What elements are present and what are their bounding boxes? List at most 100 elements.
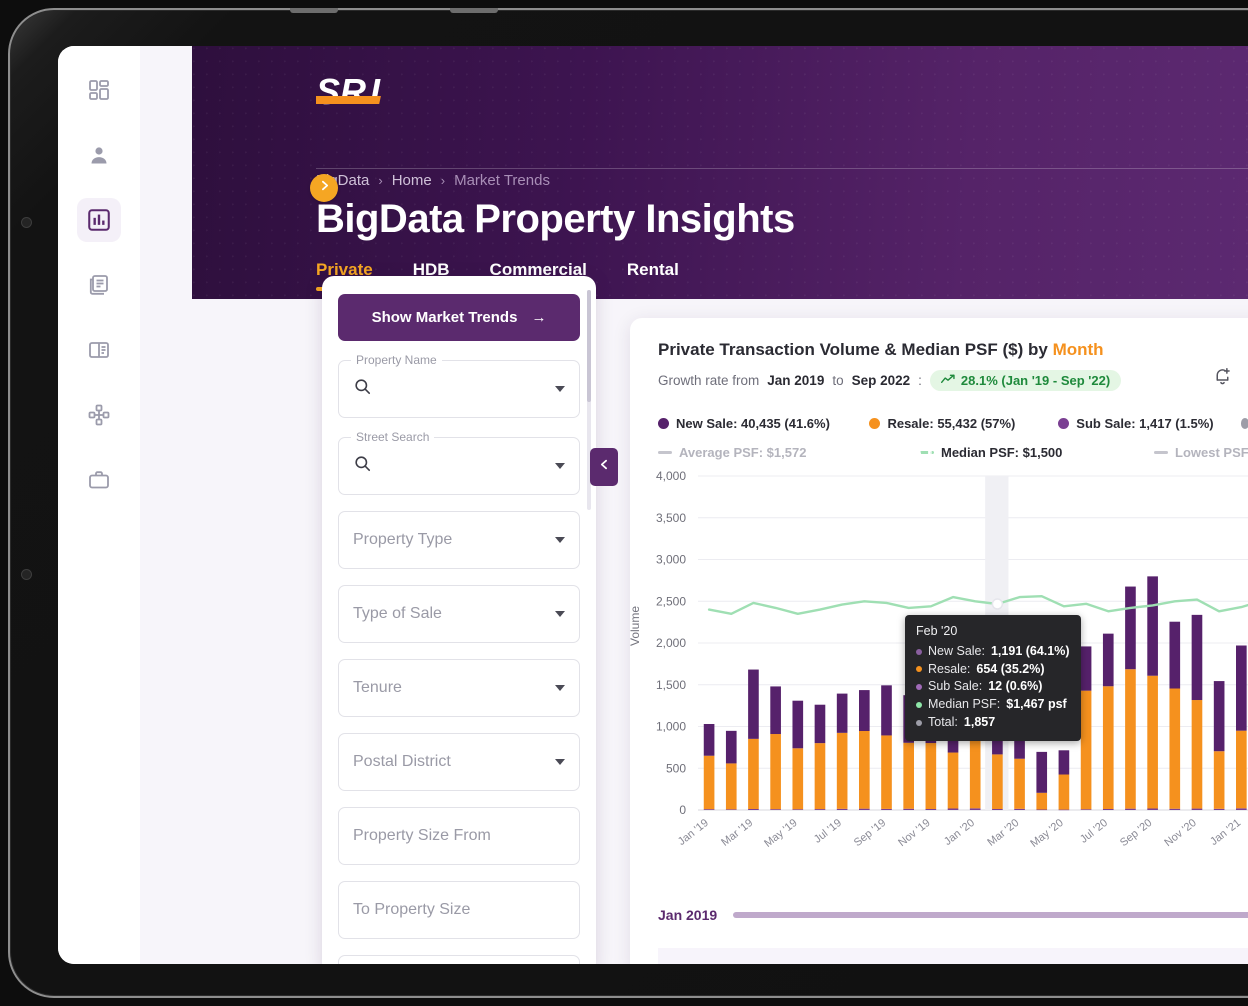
chart-bar-segment[interactable] xyxy=(859,808,870,810)
chevron-down-icon[interactable] xyxy=(555,759,565,765)
chart-bar-segment[interactable] xyxy=(881,685,892,736)
chart-bar-segment[interactable] xyxy=(770,734,781,810)
chart-bar-segment[interactable] xyxy=(1236,645,1247,731)
field-to-property-size[interactable]: To Property Size xyxy=(338,881,580,939)
chevron-down-icon[interactable] xyxy=(555,463,565,469)
legend-item-resale[interactable]: Resale: 55,432 (57%) xyxy=(869,416,1058,431)
chart-bar-segment[interactable] xyxy=(748,808,759,810)
legend-item-sub-sale[interactable]: Sub Sale: 1,417 (1.5%) xyxy=(1058,416,1240,431)
sidebar-item-market-trends[interactable] xyxy=(77,198,121,242)
chevron-down-icon[interactable] xyxy=(555,537,565,543)
chevron-down-icon[interactable] xyxy=(555,685,565,691)
chart-bar-segment[interactable] xyxy=(1147,808,1158,810)
chevron-down-icon[interactable] xyxy=(555,611,565,617)
chart-bar-segment[interactable] xyxy=(1169,621,1181,689)
filter-panel-collapse-button[interactable] xyxy=(590,448,618,486)
chart-bar-segment[interactable] xyxy=(903,808,914,810)
chart-bar-segment[interactable] xyxy=(925,743,937,809)
chart-bar-segment[interactable] xyxy=(836,808,848,810)
chart-bar-segment[interactable] xyxy=(814,809,826,810)
chart-bar-segment[interactable] xyxy=(792,748,804,810)
chart-bar-segment[interactable] xyxy=(814,704,826,744)
field-property-name[interactable]: Property Name xyxy=(338,353,580,418)
chart-bar-segment[interactable] xyxy=(1125,808,1136,810)
chart-bar-segment[interactable] xyxy=(1058,774,1070,810)
chart-bar-segment[interactable] xyxy=(1213,751,1225,809)
field-tenure[interactable]: Tenure xyxy=(338,659,580,717)
filter-panel-scrollbar-thumb[interactable] xyxy=(587,290,591,402)
field-street-search[interactable]: Street Search xyxy=(338,430,580,495)
chart-bar-segment[interactable] xyxy=(1236,808,1247,810)
tab-rental[interactable]: Rental xyxy=(627,260,679,291)
chart-bar-segment[interactable] xyxy=(1058,809,1070,811)
chart-bar-segment[interactable] xyxy=(881,735,892,809)
legend-item-lowest-psf[interactable]: Lowest PSF: $100 xyxy=(1154,445,1248,460)
chart-bar-segment[interactable] xyxy=(1014,808,1025,810)
chart-bar-segment[interactable] xyxy=(725,763,737,810)
field-planning-area[interactable]: Planning Area xyxy=(338,955,580,964)
bell-add-icon[interactable] xyxy=(1212,366,1233,392)
chart-bar-segment[interactable] xyxy=(703,723,715,756)
chart-bar-segment[interactable] xyxy=(1036,792,1048,810)
chart-bar-segment[interactable] xyxy=(1036,751,1048,793)
chart-bar-segment[interactable] xyxy=(1058,750,1070,775)
legend-item-median-psf[interactable]: Median PSF: $1,500 xyxy=(920,445,1154,460)
property-size-from-input[interactable]: Property Size From xyxy=(353,827,491,845)
field-postal-district[interactable]: Postal District xyxy=(338,733,580,791)
chart-bar-segment[interactable] xyxy=(1191,808,1203,810)
chart-bar-segment[interactable] xyxy=(1213,681,1225,752)
chart-bar-segment[interactable] xyxy=(725,730,737,764)
legend-item-new-sale[interactable]: New Sale: 40,435 (41.6%) xyxy=(658,416,869,431)
chart-bar-segment[interactable] xyxy=(1125,669,1136,809)
chart-bar-segment[interactable] xyxy=(836,693,848,733)
chart-bar-segment[interactable] xyxy=(1036,809,1048,811)
chart-bar-segment[interactable] xyxy=(859,731,870,809)
chart-bar-segment[interactable] xyxy=(770,686,781,735)
timeline-track[interactable] xyxy=(733,912,1248,918)
sidebar-item-network[interactable] xyxy=(77,393,121,437)
chart-bar-segment[interactable] xyxy=(1102,633,1114,687)
field-property-size-from[interactable]: Property Size From xyxy=(338,807,580,865)
chart-bar-segment[interactable] xyxy=(859,690,870,732)
field-property-type[interactable]: Property Type xyxy=(338,511,580,569)
chart-bar-segment[interactable] xyxy=(1080,809,1092,810)
chart-bar-segment[interactable] xyxy=(1147,576,1158,676)
chart-bar-segment[interactable] xyxy=(748,738,759,809)
to-property-size-input[interactable]: To Property Size xyxy=(353,901,470,919)
view-all-transactions-button[interactable]: View All Transactions xyxy=(658,948,1248,964)
chart-bar-segment[interactable] xyxy=(1125,586,1136,670)
chart-bar-segment[interactable] xyxy=(947,808,959,810)
chart-bar-segment[interactable] xyxy=(1080,646,1092,691)
chart-bar-segment[interactable] xyxy=(1102,686,1114,809)
chart-bar-segment[interactable] xyxy=(1236,730,1247,809)
sidebar-item-dashboard[interactable] xyxy=(77,68,121,112)
legend-item-total[interactable]: Total: 97,284 xyxy=(1240,408,1248,438)
chart-bar-segment[interactable] xyxy=(792,700,804,749)
field-type-of-sale[interactable]: Type of Sale xyxy=(338,585,580,643)
chart-bar-segment[interactable] xyxy=(703,809,715,810)
chart-bar-segment[interactable] xyxy=(1080,690,1092,810)
chart-bar-segment[interactable] xyxy=(1169,688,1181,809)
chart-bar-segment[interactable] xyxy=(814,743,826,810)
sidebar-item-profile[interactable] xyxy=(77,133,121,177)
chart-bar-segment[interactable] xyxy=(947,752,959,809)
breadcrumb-item-1[interactable]: Home xyxy=(392,172,432,189)
chart-bar-segment[interactable] xyxy=(792,809,804,810)
sidebar-item-reports[interactable] xyxy=(77,263,121,307)
chevron-down-icon[interactable] xyxy=(555,386,565,392)
chart-bar-segment[interactable] xyxy=(992,808,1003,810)
chart-bar-segment[interactable] xyxy=(1169,808,1181,810)
chart-bar-segment[interactable] xyxy=(969,808,981,810)
sidebar-item-library[interactable] xyxy=(77,328,121,372)
chart-bar-segment[interactable] xyxy=(748,669,759,739)
show-market-trends-button[interactable]: Show Market Trends → xyxy=(338,294,580,341)
chart-bar-segment[interactable] xyxy=(925,808,937,810)
chart-bar-segment[interactable] xyxy=(992,754,1003,809)
chart-bar-segment[interactable] xyxy=(881,808,892,810)
sidebar-item-portfolio[interactable] xyxy=(77,458,121,502)
chart-bar-segment[interactable] xyxy=(1014,758,1025,809)
legend-item-average-psf[interactable]: Average PSF: $1,572 xyxy=(658,445,920,460)
chart-bar-segment[interactable] xyxy=(1102,808,1114,810)
chart-bar-segment[interactable] xyxy=(903,742,914,809)
chart-bar-segment[interactable] xyxy=(1191,614,1203,701)
